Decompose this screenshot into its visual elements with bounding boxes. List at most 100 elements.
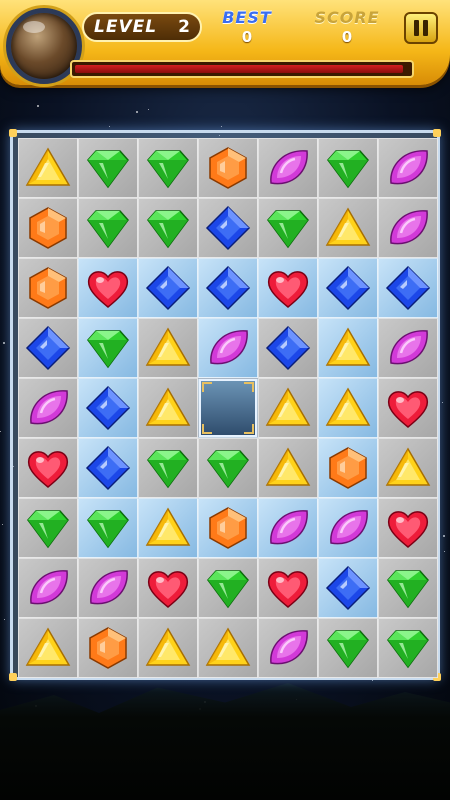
blue-square-gem-icon — [323, 263, 373, 313]
board-cell[interactable] — [78, 258, 138, 318]
board-cell[interactable] — [318, 378, 378, 438]
board-cell[interactable] — [258, 318, 318, 378]
board-cell[interactable] — [258, 198, 318, 258]
green-diamond-gem-icon — [23, 503, 73, 553]
board-cell[interactable] — [18, 558, 78, 618]
yellow-triangle-gem-icon — [323, 323, 373, 373]
blue-square-gem-icon — [203, 263, 253, 313]
board-cell[interactable] — [318, 618, 378, 678]
yellow-triangle-gem-icon — [323, 383, 373, 433]
board-cell[interactable] — [138, 618, 198, 678]
board-cell[interactable] — [138, 378, 198, 438]
green-diamond-gem-icon — [83, 323, 133, 373]
board-cell[interactable] — [378, 198, 438, 258]
red-heart-gem-icon — [23, 443, 73, 493]
level-indicator: LEVEL 2 — [82, 12, 202, 42]
green-diamond-gem-icon — [323, 623, 373, 673]
pause-button[interactable] — [404, 12, 438, 44]
board-cell[interactable] — [318, 498, 378, 558]
yellow-triangle-gem-icon — [323, 203, 373, 253]
board-cell[interactable] — [18, 138, 78, 198]
board-cell[interactable] — [78, 378, 138, 438]
board-cell[interactable] — [378, 378, 438, 438]
hole-bracket — [244, 382, 254, 392]
green-diamond-gem-icon — [83, 203, 133, 253]
board-cell[interactable] — [78, 198, 138, 258]
board-cell[interactable] — [78, 138, 138, 198]
gem-grid — [18, 138, 438, 678]
progress-fill — [75, 65, 403, 73]
board-cell[interactable] — [318, 198, 378, 258]
board-cell[interactable] — [378, 438, 438, 498]
board-cell[interactable] — [138, 138, 198, 198]
yellow-triangle-gem-icon — [23, 143, 73, 193]
yellow-triangle-gem-icon — [383, 443, 433, 493]
board-cell[interactable] — [18, 618, 78, 678]
board-cell[interactable] — [78, 318, 138, 378]
orange-hexagon-gem-icon — [203, 503, 253, 553]
hole-bracket — [244, 424, 254, 434]
board-cell[interactable] — [378, 258, 438, 318]
board-cell[interactable] — [138, 558, 198, 618]
board-cell[interactable] — [78, 438, 138, 498]
board-cell[interactable] — [258, 258, 318, 318]
board-cell[interactable] — [258, 498, 318, 558]
board-cell[interactable] — [78, 558, 138, 618]
board-cell[interactable] — [138, 438, 198, 498]
board-cell[interactable] — [198, 438, 258, 498]
level-value: 2 — [178, 17, 190, 37]
purple-leaf-gem-icon — [23, 383, 73, 433]
board-cell[interactable] — [378, 318, 438, 378]
board-cell[interactable] — [378, 558, 438, 618]
level-label: LEVEL — [94, 17, 158, 37]
board-cell[interactable] — [198, 618, 258, 678]
board-cell[interactable] — [198, 258, 258, 318]
board-cell[interactable] — [138, 258, 198, 318]
empty-cell[interactable] — [198, 378, 258, 438]
orange-hexagon-gem-icon — [23, 203, 73, 253]
board-cell[interactable] — [258, 618, 318, 678]
board-cell[interactable] — [258, 378, 318, 438]
board-cell[interactable] — [18, 318, 78, 378]
purple-leaf-gem-icon — [383, 203, 433, 253]
score-value: 0 — [341, 28, 353, 46]
board-cell[interactable] — [18, 198, 78, 258]
board-cell[interactable] — [18, 378, 78, 438]
green-diamond-gem-icon — [383, 623, 433, 673]
red-heart-gem-icon — [263, 563, 313, 613]
board-cell[interactable] — [318, 258, 378, 318]
board-cell[interactable] — [198, 138, 258, 198]
board-cell[interactable] — [258, 558, 318, 618]
board-cell[interactable] — [318, 138, 378, 198]
board-cell[interactable] — [318, 438, 378, 498]
board-cell[interactable] — [258, 438, 318, 498]
green-diamond-gem-icon — [143, 143, 193, 193]
yellow-triangle-gem-icon — [143, 623, 193, 673]
red-heart-gem-icon — [83, 263, 133, 313]
board-cell[interactable] — [138, 198, 198, 258]
board-cell[interactable] — [138, 318, 198, 378]
yellow-triangle-gem-icon — [143, 503, 193, 553]
board-cell[interactable] — [18, 438, 78, 498]
blue-square-gem-icon — [323, 563, 373, 613]
board-cell[interactable] — [378, 498, 438, 558]
board-cell[interactable] — [18, 258, 78, 318]
board-cell[interactable] — [138, 498, 198, 558]
green-diamond-gem-icon — [83, 143, 133, 193]
board-cell[interactable] — [198, 318, 258, 378]
board-cell[interactable] — [378, 618, 438, 678]
board-cell[interactable] — [378, 138, 438, 198]
board-cell[interactable] — [198, 198, 258, 258]
purple-leaf-gem-icon — [263, 143, 313, 193]
board-cell[interactable] — [78, 618, 138, 678]
board-cell[interactable] — [198, 498, 258, 558]
board-cell[interactable] — [318, 318, 378, 378]
board-cell[interactable] — [18, 498, 78, 558]
green-diamond-gem-icon — [143, 203, 193, 253]
board-cell[interactable] — [318, 558, 378, 618]
board-cell[interactable] — [78, 498, 138, 558]
blue-square-gem-icon — [263, 323, 313, 373]
board-cell[interactable] — [198, 558, 258, 618]
purple-leaf-gem-icon — [23, 563, 73, 613]
board-cell[interactable] — [258, 138, 318, 198]
